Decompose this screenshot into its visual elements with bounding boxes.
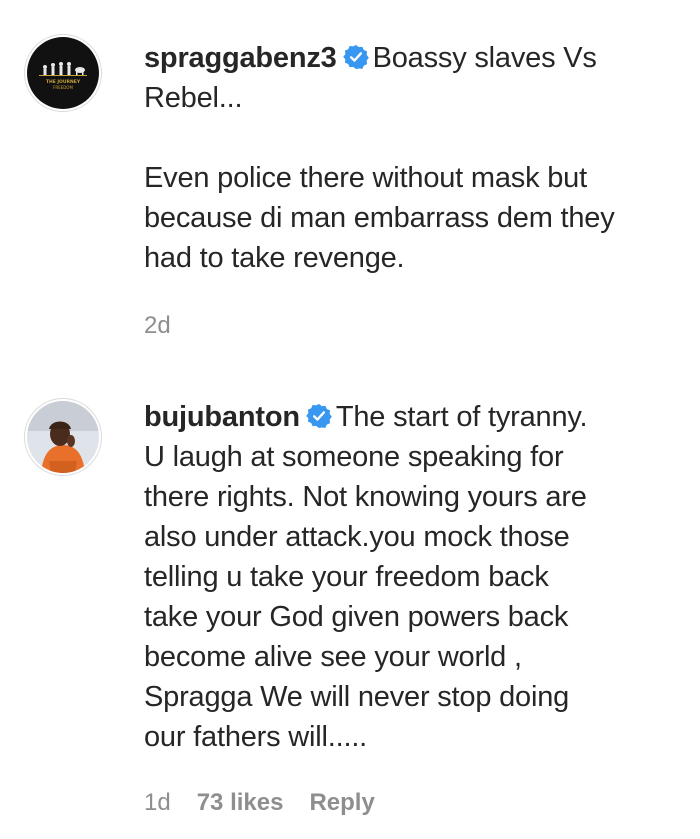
comment-text-line: U laugh at someone speaking for bbox=[144, 441, 564, 473]
username-link[interactable]: bujubanton bbox=[144, 401, 300, 433]
verified-badge-icon bbox=[306, 403, 332, 429]
comment-blank-line bbox=[144, 118, 684, 158]
avatar[interactable]: THE JOURNEY FREEDOM bbox=[24, 34, 102, 112]
comment-meta: 2d bbox=[144, 312, 171, 340]
avatar[interactable] bbox=[24, 398, 102, 476]
comment-text-line: our fathers will..... bbox=[144, 721, 368, 753]
journey-logo-avatar-icon: THE JOURNEY FREEDOM bbox=[27, 37, 99, 109]
comment-text-line: Boassy slaves Vs bbox=[372, 42, 597, 74]
comment-timestamp[interactable]: 2d bbox=[144, 312, 171, 340]
comment-text-line: Even police there without mask but bbox=[144, 162, 587, 194]
comment-text-line: become alive see your world , bbox=[144, 641, 522, 673]
comment-text-line: there rights. Not knowing yours are bbox=[144, 481, 587, 513]
comment-text-line: also under attack.you mock those bbox=[144, 521, 570, 553]
verified-badge-icon bbox=[342, 44, 369, 70]
reply-button[interactable]: Reply bbox=[309, 789, 374, 817]
comment-text-line: take your God given powers back bbox=[144, 601, 569, 633]
comment-text-line: Rebel... bbox=[144, 82, 243, 114]
comment-first-line: spraggabenz3 Boassy slaves Vs bbox=[144, 38, 684, 78]
username-link[interactable]: spraggabenz3 bbox=[144, 42, 337, 74]
comment-text-line: because di man embarrass dem they bbox=[144, 202, 615, 234]
comment-text: spraggabenz3 Boassy slaves Vs Rebel... Ev… bbox=[144, 38, 684, 278]
comment-text-line: had to take revenge. bbox=[144, 242, 405, 274]
likes-count-button[interactable]: 73 likes bbox=[197, 789, 284, 817]
comment-timestamp[interactable]: 1d bbox=[144, 789, 171, 817]
comment-text-line: telling u take your freedom back bbox=[144, 561, 549, 593]
svg-text:FREEDOM: FREEDOM bbox=[53, 85, 73, 90]
comment-meta: 1d 73 likes Reply bbox=[144, 789, 375, 817]
person-photo-avatar-icon bbox=[27, 401, 99, 473]
comment-text-line: The start of tyranny. bbox=[335, 401, 588, 433]
comment-first-line: bujubanton The start of tyranny. bbox=[144, 397, 684, 437]
comment-text: bujubanton The start of tyranny. U laugh … bbox=[144, 397, 684, 757]
comment-text-line: Spragga We will never stop doing bbox=[144, 681, 570, 713]
